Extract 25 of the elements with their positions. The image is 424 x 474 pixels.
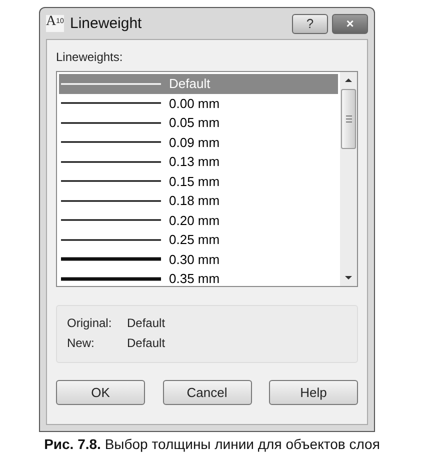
lineweight-item[interactable]: 0.13 mm: [59, 152, 338, 172]
lineweight-item[interactable]: 0.15 mm: [59, 172, 338, 191]
dialog-button[interactable]: Cancel: [162, 380, 252, 405]
lineweight-item[interactable]: 0.05 mm: [59, 113, 338, 132]
lineweight-item[interactable]: Default: [59, 74, 338, 94]
lineweight-item[interactable]: 0.25 mm: [59, 230, 338, 250]
lineweight-item[interactable]: 0.30 mm: [59, 250, 338, 269]
info-label: Original:: [67, 316, 113, 330]
figure-caption: Рис. 7.8. Выбор толщины линии для объектов слоя: [43, 436, 381, 452]
close-button[interactable]: ×: [332, 14, 368, 34]
scrollbar[interactable]: [340, 72, 357, 286]
lineweight-item[interactable]: 0.20 mm: [59, 210, 338, 230]
info-label: New:: [67, 336, 96, 350]
dialog-button[interactable]: Help: [269, 380, 358, 405]
lineweight-item[interactable]: 0.35 mm: [59, 269, 338, 288]
info-value: Default: [127, 336, 166, 350]
list-label: Lineweights:: [56, 50, 124, 64]
info-value: Default: [127, 316, 166, 330]
lineweight-item[interactable]: 0.18 mm: [59, 191, 338, 210]
scroll-thumb[interactable]: [341, 89, 356, 149]
dialog-button[interactable]: OK: [56, 380, 145, 405]
window-title: Lineweight: [70, 15, 143, 32]
lineweight-item[interactable]: 0.09 mm: [59, 132, 338, 152]
help-button[interactable]: ?: [292, 14, 328, 34]
lineweight-item[interactable]: 0.00 mm: [59, 94, 338, 113]
